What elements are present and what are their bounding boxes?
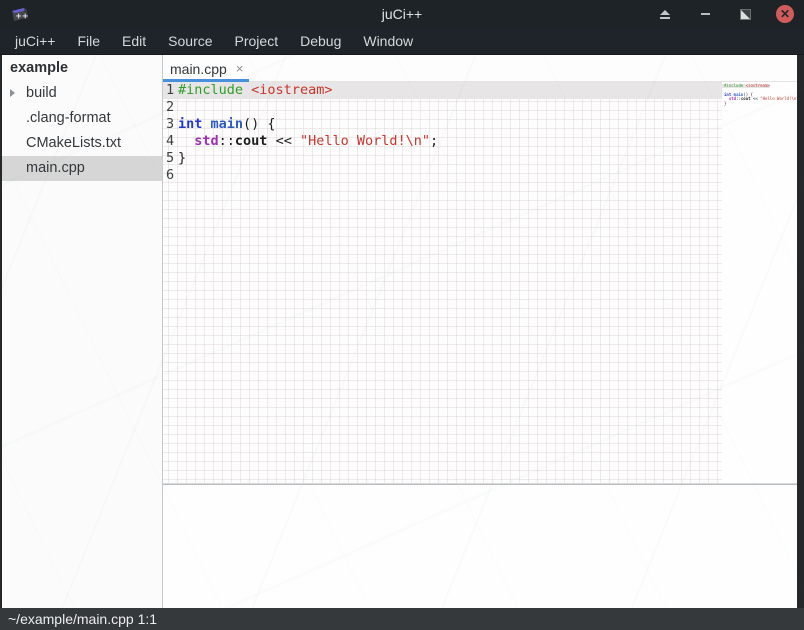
eject-icon	[660, 10, 670, 15]
tree-item-main-cpp[interactable]: main.cpp	[2, 156, 162, 181]
code-line[interactable]: 3int main() {	[163, 116, 722, 133]
minimap-token: cout	[741, 96, 751, 101]
directory-tree: example build.clang-formatCMakeLists.txt…	[2, 55, 162, 608]
minimap-token: std	[729, 96, 736, 101]
line-number: 1	[163, 82, 178, 99]
code-line[interactable]: 1#include <iostream>	[163, 82, 722, 99]
editor-pane: main.cpp × 1#include <iostream>23int mai…	[163, 55, 797, 608]
minimap-line	[722, 106, 724, 110]
source-editor: 1#include <iostream>23int main() {4 std:…	[163, 82, 797, 483]
tabbar: main.cpp ×	[163, 55, 797, 82]
code-token: std	[194, 133, 218, 149]
minimap-token: <iostream>	[746, 83, 770, 88]
tree-item-cmakelists-txt[interactable]: CMakeLists.txt	[2, 131, 162, 156]
restore-button[interactable]	[736, 5, 754, 23]
window-controls: ✕	[656, 0, 794, 28]
menu-item-file[interactable]: File	[66, 28, 111, 54]
code-token: main	[211, 116, 244, 132]
status-file-path: ~/example/main.cpp 1:1	[0, 611, 157, 627]
tree-item-label: .clang-format	[2, 106, 111, 131]
tab-close-icon[interactable]: ×	[236, 62, 244, 75]
code-token: <iostream>	[251, 82, 332, 98]
tree-item-clang-format[interactable]: .clang-format	[2, 106, 162, 131]
minimap[interactable]: #include <iostream>int main() { std::cou…	[722, 82, 797, 483]
line-number: 2	[163, 99, 178, 116]
svg-text:++: ++	[15, 12, 28, 21]
code-text: int main() {	[178, 116, 276, 133]
code-token: "Hello World!\n"	[300, 133, 430, 149]
code-line[interactable]: 5}	[163, 150, 722, 167]
close-icon: ✕	[780, 8, 790, 20]
tab-label: main.cpp	[170, 61, 227, 77]
code-token: ::	[219, 133, 235, 149]
expander-icon[interactable]	[10, 89, 15, 97]
menu-item-window[interactable]: Window	[352, 28, 424, 54]
line-number: 6	[163, 167, 178, 184]
minimap-token: #include	[724, 83, 743, 88]
tree-items: build.clang-formatCMakeLists.txtmain.cpp	[2, 81, 162, 181]
code-text: #include <iostream>	[178, 82, 332, 99]
minimap-line: #include <iostream>	[722, 84, 770, 88]
tree-item-build[interactable]: build	[2, 81, 162, 106]
close-button[interactable]: ✕	[776, 5, 794, 23]
minimap-line: std::cout << "Hello World!\n";	[722, 97, 801, 101]
code-token: ;	[430, 133, 438, 149]
line-number: 5	[163, 150, 178, 167]
project-header[interactable]: example	[2, 55, 162, 81]
line-number: 3	[163, 116, 178, 133]
code-line[interactable]: 4 std::cout << "Hello World!\n";	[163, 133, 722, 150]
code-token: cout	[235, 133, 268, 149]
statusbar: ~/example/main.cpp 1:1	[0, 608, 804, 630]
menu-item-source[interactable]: Source	[157, 28, 223, 54]
app-window: { "window": { "title": "juCi++", "contro…	[0, 0, 804, 630]
code-line[interactable]: 6	[163, 167, 722, 184]
code-token: () {	[243, 116, 276, 132]
code-text: }	[178, 150, 186, 167]
menu-item-juci[interactable]: juCi++	[4, 28, 66, 54]
restore-icon	[740, 9, 751, 20]
tree-item-label: main.cpp	[2, 156, 85, 181]
code-token	[178, 133, 194, 149]
code-token: #include	[178, 82, 243, 98]
minimap-token: "Hello World!\n"	[760, 96, 799, 101]
minimize-icon	[701, 13, 710, 15]
app-logo-icon: ++	[9, 5, 29, 23]
main-content: example build.clang-formatCMakeLists.txt…	[0, 55, 804, 608]
minimap-token: <<	[751, 96, 761, 101]
terminal-panel[interactable]	[163, 485, 797, 608]
titlebar: ++ juCi++ ✕	[0, 0, 804, 28]
code-token: <<	[267, 133, 300, 149]
code-text: std::cout << "Hello World!\n";	[178, 133, 438, 150]
minimap-token: }	[724, 101, 726, 106]
right-scrollbar-trough[interactable]	[797, 55, 804, 608]
code-token: int	[178, 116, 202, 132]
code-token	[202, 116, 210, 132]
code-area[interactable]: 1#include <iostream>23int main() {4 std:…	[163, 82, 722, 483]
tree-item-label: CMakeLists.txt	[2, 131, 121, 156]
menu-item-project[interactable]: Project	[224, 28, 290, 54]
code-token: }	[178, 150, 186, 166]
tab-main-cpp[interactable]: main.cpp ×	[163, 55, 249, 82]
menubar: juCi++FileEditSourceProjectDebugWindow	[0, 28, 804, 55]
shade-button[interactable]	[656, 5, 674, 23]
line-number: 4	[163, 133, 178, 150]
code-token	[243, 82, 251, 98]
menu-item-debug[interactable]: Debug	[289, 28, 352, 54]
minimize-button[interactable]	[696, 5, 714, 23]
code-line[interactable]: 2	[163, 99, 722, 116]
menu-item-edit[interactable]: Edit	[111, 28, 157, 54]
